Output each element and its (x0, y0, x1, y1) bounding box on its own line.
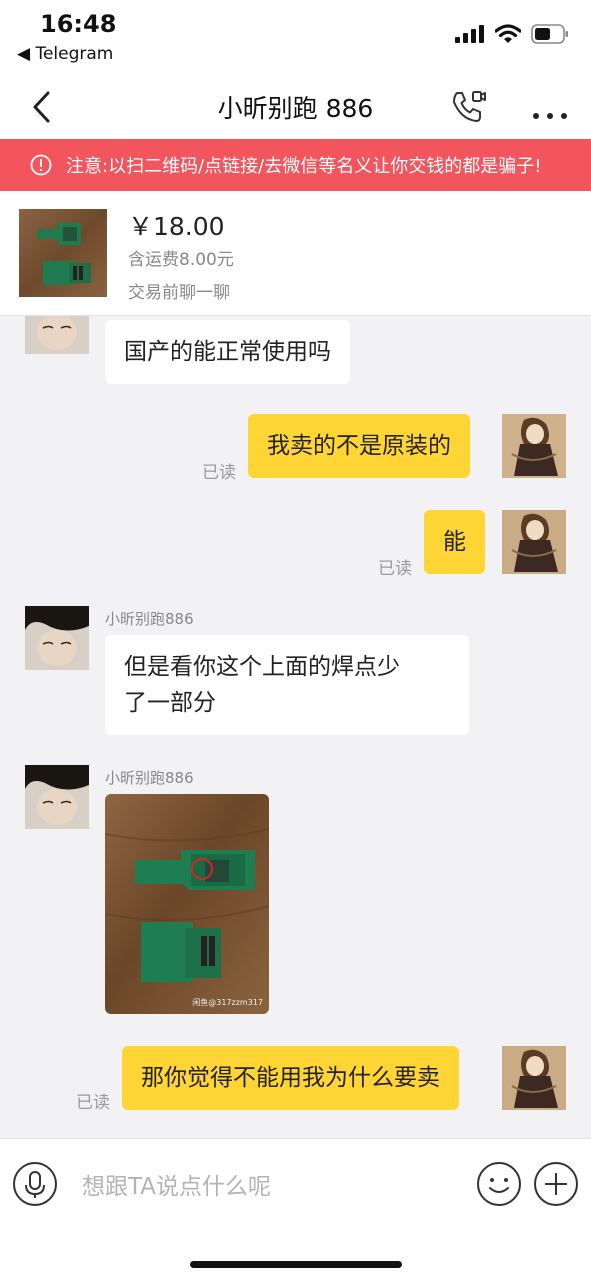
warning-text: 注意:以扫二维码/点链接/去微信等名义让你交钱的都是骗子! (66, 156, 542, 177)
sender-name: 小昕别跑886 (105, 610, 194, 628)
contact-avatar[interactable] (25, 765, 89, 829)
image-watermark: 闲鱼@317zzm317 (192, 998, 263, 1007)
product-card[interactable]: ￥18.00 含运费8.00元 交易前聊一聊 (0, 191, 591, 316)
system-icons (455, 24, 569, 44)
my-avatar[interactable] (502, 414, 566, 478)
message-bubble-incoming[interactable]: 但是看你这个上面的焊点少 了一部分 (105, 635, 469, 735)
product-price: ￥18.00 (128, 212, 225, 241)
chat-header: 小昕别跑 886 (0, 75, 591, 139)
more-button[interactable] (530, 87, 570, 127)
contact-avatar[interactable] (25, 606, 89, 670)
status-bar: 16:48 ◀ Telegram (0, 0, 591, 75)
warning-icon (30, 154, 52, 176)
video-call-icon (453, 91, 486, 122)
home-area (0, 1228, 591, 1280)
read-status: 已读 (378, 559, 412, 579)
message-bubble-outgoing[interactable]: 能 (424, 510, 485, 574)
plus-icon (534, 1162, 578, 1206)
product-note: 交易前聊一聊 (128, 283, 230, 303)
voice-button[interactable] (12, 1161, 58, 1207)
scam-warning-banner: 注意:以扫二维码/点链接/去微信等名义让你交钱的都是骗子! (0, 139, 591, 191)
message-text: 那你觉得不能用我为什么要卖 (141, 1065, 440, 1091)
read-status: 已读 (76, 1093, 110, 1113)
call-button[interactable] (448, 87, 488, 127)
read-status: 已读 (202, 463, 236, 483)
product-thumbnail[interactable] (19, 209, 107, 297)
home-indicator[interactable] (190, 1261, 402, 1268)
my-avatar[interactable] (502, 1046, 566, 1110)
more-icon (533, 113, 567, 119)
message-image[interactable]: 闲鱼@317zzm317 (105, 794, 269, 1014)
message-input-bar: 想跟TA说点什么呢 (0, 1138, 591, 1228)
emoji-icon (477, 1162, 521, 1206)
more-options-button[interactable] (533, 1161, 579, 1207)
my-avatar[interactable] (502, 510, 566, 574)
message-text-line: 但是看你这个上面的焊点少 (124, 654, 400, 680)
message-input[interactable]: 想跟TA说点什么呢 (82, 1167, 271, 1201)
chat-title: 小昕别跑 886 (217, 94, 374, 123)
message-bubble-incoming[interactable]: 国产的能正常使用吗 (105, 320, 350, 384)
status-time: 16:48 (40, 10, 117, 38)
message-bubble-outgoing[interactable]: 那你觉得不能用我为什么要卖 (122, 1046, 459, 1110)
contact-avatar[interactable] (25, 316, 89, 354)
chat-area[interactable]: 国产的能正常使用吗 已读 我卖的不是原装的 已读 能 小昕别跑886 但是看你这… (0, 316, 591, 1138)
shipping-fee: 含运费8.00元 (128, 250, 234, 270)
signal-icon (455, 25, 484, 43)
back-to-telegram-link[interactable]: ◀ Telegram (17, 44, 113, 64)
message-text-line: 了一部分 (124, 690, 216, 716)
message-text: 我卖的不是原装的 (267, 433, 451, 459)
sender-name: 小昕别跑886 (105, 769, 194, 787)
microphone-icon (13, 1162, 57, 1206)
message-bubble-outgoing[interactable]: 我卖的不是原装的 (248, 414, 470, 478)
message-text: 能 (443, 529, 466, 555)
emoji-button[interactable] (476, 1161, 522, 1207)
battery-icon (531, 24, 568, 44)
wifi-icon (495, 24, 521, 43)
message-text: 国产的能正常使用吗 (124, 339, 331, 365)
